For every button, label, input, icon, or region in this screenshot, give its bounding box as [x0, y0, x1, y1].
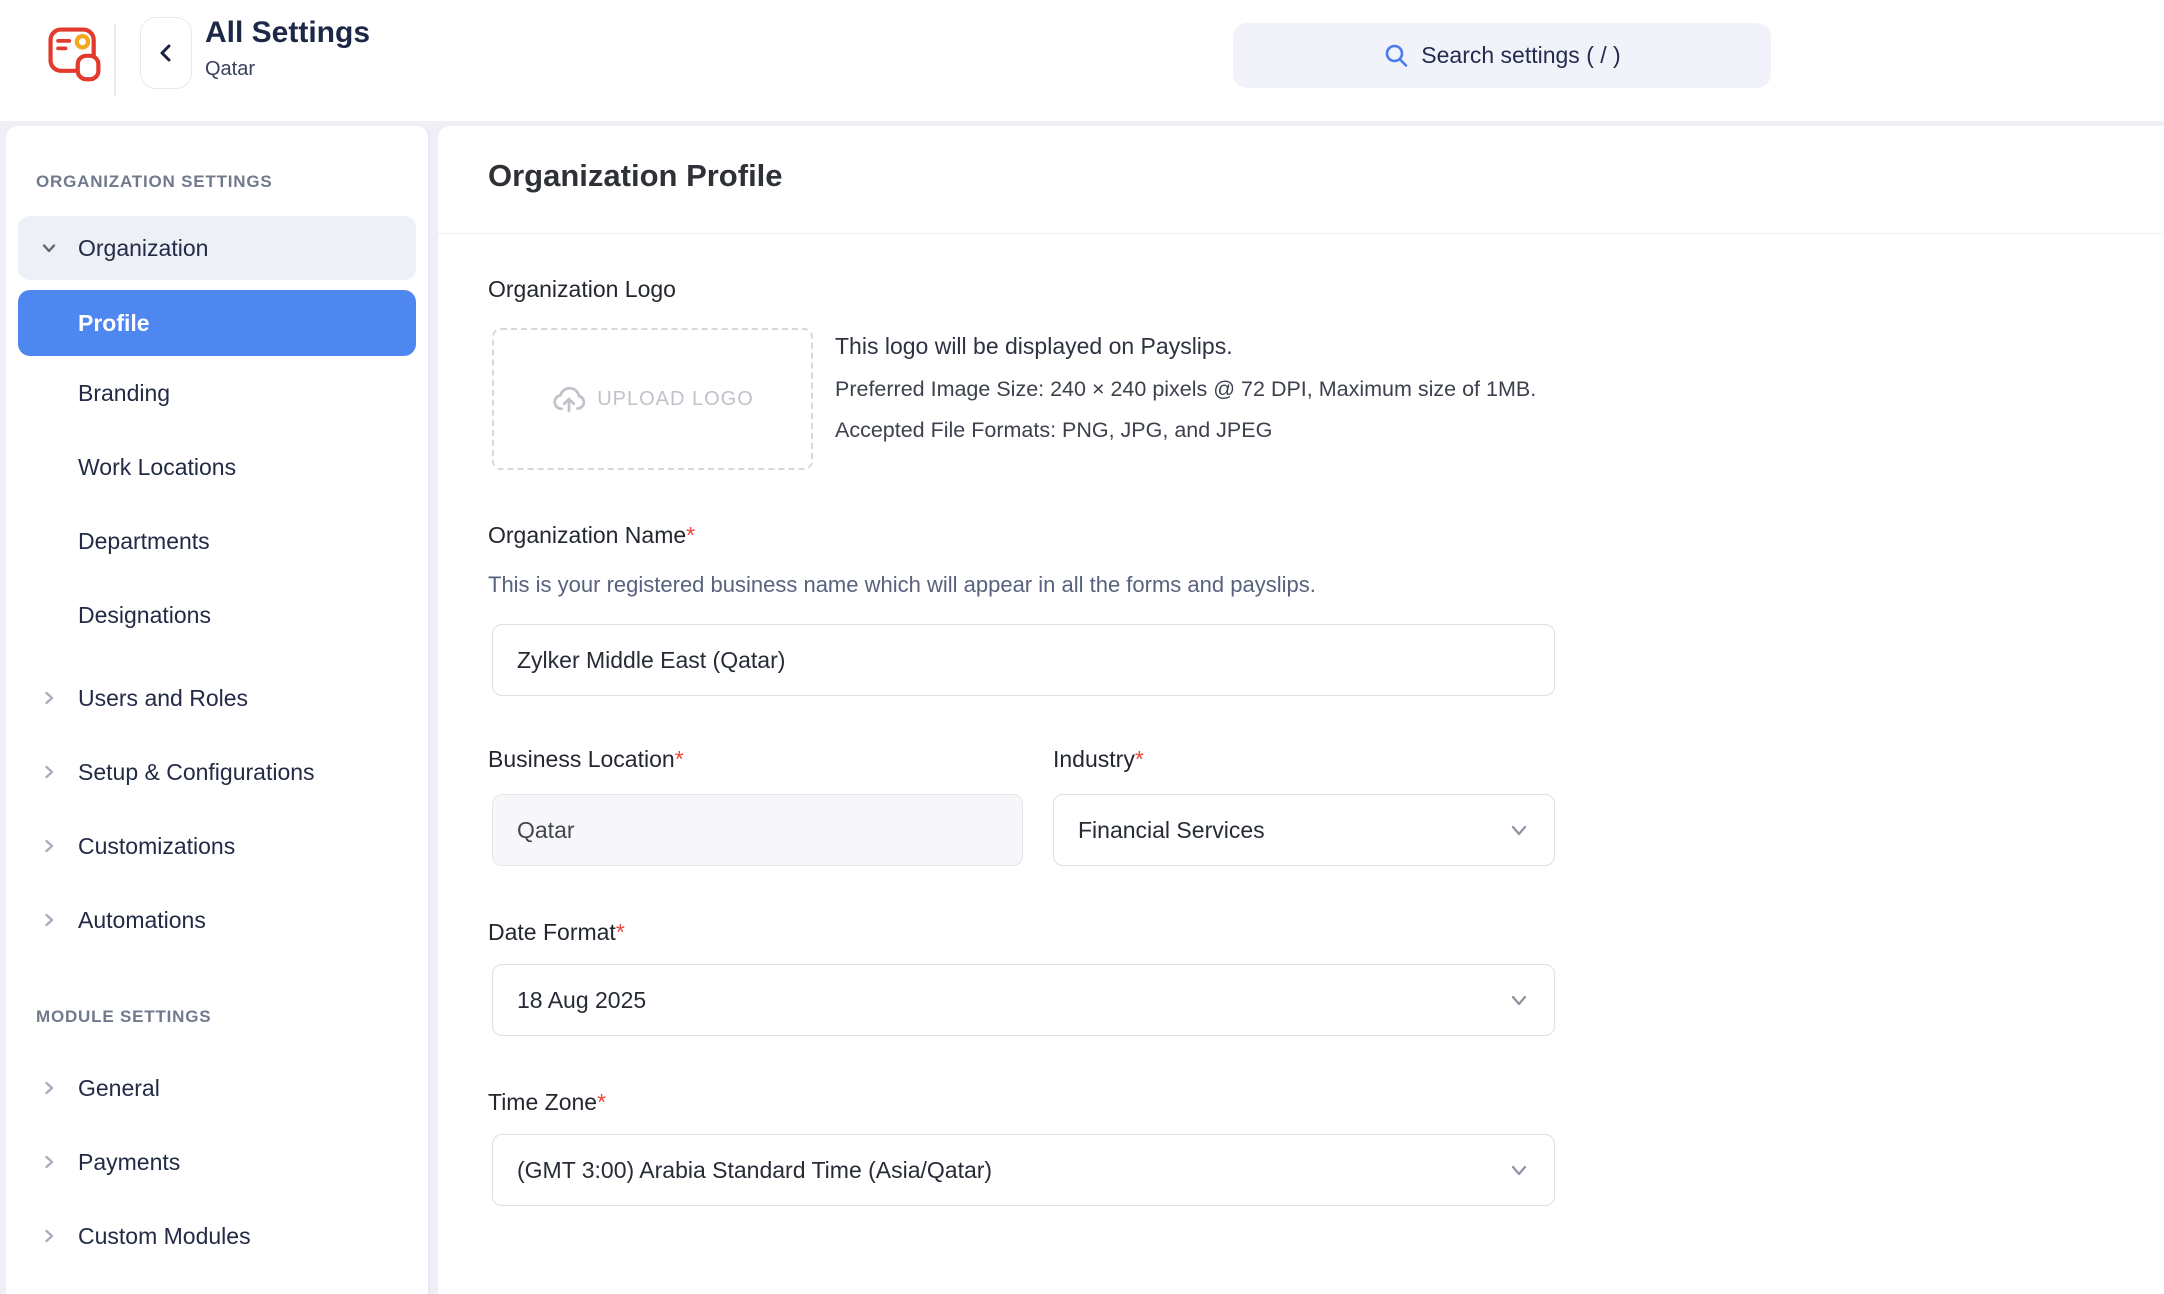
business-location-input: [492, 794, 1023, 866]
page-header-subtitle: Qatar: [205, 58, 255, 81]
search-icon: [1383, 42, 1410, 69]
chevron-right-icon: [32, 1226, 66, 1246]
sidebar-item-designations[interactable]: Designations: [18, 578, 416, 652]
required-asterisk: *: [616, 919, 625, 945]
sidebar-item-label: Customizations: [78, 833, 235, 860]
sidebar-item-branding[interactable]: Branding: [18, 356, 416, 430]
sidebar-item-label: Profile: [78, 310, 150, 337]
logo-description-line2: Preferred Image Size: 240 × 240 pixels @…: [835, 377, 1536, 402]
organization-name-helper-text: This is your registered business name wh…: [488, 572, 1316, 598]
chevron-down-icon: [32, 237, 66, 259]
sidebar-item-label: Branding: [78, 380, 170, 407]
chevron-left-icon: [153, 40, 179, 66]
sidebar-item-profile[interactable]: Profile: [18, 290, 416, 356]
organization-logo-label: Organization Logo: [488, 276, 676, 303]
sidebar-item-label: General: [78, 1075, 160, 1102]
sidebar-item-label: Payments: [78, 1149, 180, 1176]
date-format-selected-value: 18 Aug 2025: [517, 987, 646, 1014]
business-location-label: Business Location*: [488, 746, 684, 773]
back-button[interactable]: [140, 17, 192, 89]
sidebar-item-label: Work Locations: [78, 454, 236, 481]
time-zone-select[interactable]: (GMT 3:00) Arabia Standard Time (Asia/Qa…: [492, 1134, 1555, 1206]
upload-logo-text: UPLOAD LOGO: [597, 388, 754, 411]
required-asterisk: *: [1135, 746, 1144, 772]
chevron-right-icon: [32, 836, 66, 856]
sidebar-item-general[interactable]: General: [18, 1051, 416, 1125]
section-heading-module-settings: MODULE SETTINGS: [36, 1007, 428, 1027]
date-format-label: Date Format*: [488, 919, 625, 946]
page-title: Organization Profile: [488, 158, 783, 194]
title-divider: [438, 233, 2164, 234]
industry-selected-value: Financial Services: [1078, 817, 1265, 844]
required-asterisk: *: [686, 522, 695, 548]
time-zone-selected-value: (GMT 3:00) Arabia Standard Time (Asia/Qa…: [517, 1157, 992, 1184]
sidebar-item-payments[interactable]: Payments: [18, 1125, 416, 1199]
logo-description-line3: Accepted File Formats: PNG, JPG, and JPE…: [835, 418, 1536, 443]
logo-description-line1: This logo will be displayed on Payslips.: [835, 333, 1536, 360]
sidebar-item-label: Custom Modules: [78, 1223, 251, 1250]
sidebar-item-setup-configurations[interactable]: Setup & Configurations: [18, 735, 416, 809]
header-divider: [114, 24, 116, 96]
upload-logo-dropzone[interactable]: UPLOAD LOGO: [492, 328, 813, 470]
search-placeholder-text: Search settings ( / ): [1421, 42, 1620, 69]
section-heading-organization-settings: ORGANIZATION SETTINGS: [36, 172, 428, 192]
top-header: All Settings Qatar Search settings ( / ): [0, 0, 2164, 121]
chevron-right-icon: [32, 1152, 66, 1172]
sidebar-item-users-and-roles[interactable]: Users and Roles: [18, 661, 416, 735]
organization-name-label: Organization Name*: [488, 522, 695, 549]
page-header-title: All Settings: [205, 16, 370, 50]
sidebar-item-label: Departments: [78, 528, 210, 555]
search-settings-input[interactable]: Search settings ( / ): [1233, 23, 1771, 88]
chevron-right-icon: [32, 1078, 66, 1098]
sidebar-item-custom-modules[interactable]: Custom Modules: [18, 1199, 416, 1273]
industry-label: Industry*: [1053, 746, 1144, 773]
organization-name-input[interactable]: [492, 624, 1555, 696]
sidebar-item-work-locations[interactable]: Work Locations: [18, 430, 416, 504]
date-format-select[interactable]: 18 Aug 2025: [492, 964, 1555, 1036]
sidebar-item-label: Users and Roles: [78, 685, 248, 712]
sidebar-item-departments[interactable]: Departments: [18, 504, 416, 578]
payroll-app-logo-icon[interactable]: [44, 22, 104, 84]
industry-select[interactable]: Financial Services: [1053, 794, 1555, 866]
sidebar-item-customizations[interactable]: Customizations: [18, 809, 416, 883]
sidebar-item-organization[interactable]: Organization: [18, 216, 416, 280]
organization-profile-panel: Organization Profile Organization Logo U…: [438, 126, 2164, 1294]
sidebar-item-label: Automations: [78, 907, 206, 934]
chevron-down-icon: [1506, 817, 1532, 843]
cloud-upload-icon: [551, 381, 587, 417]
required-asterisk: *: [597, 1089, 606, 1115]
chevron-down-icon: [1506, 1157, 1532, 1183]
sidebar-item-label: Setup & Configurations: [78, 759, 315, 786]
sidebar-item-automations[interactable]: Automations: [18, 883, 416, 957]
logo-description: This logo will be displayed on Payslips.…: [835, 333, 1536, 443]
required-asterisk: *: [675, 746, 684, 772]
chevron-down-icon: [1506, 987, 1532, 1013]
chevron-right-icon: [32, 910, 66, 930]
chevron-right-icon: [32, 688, 66, 708]
sidebar-item-label: Designations: [78, 602, 211, 629]
chevron-right-icon: [32, 762, 66, 782]
time-zone-label: Time Zone*: [488, 1089, 606, 1116]
settings-sidebar: ORGANIZATION SETTINGS Organization Profi…: [6, 126, 430, 1294]
sidebar-item-label: Organization: [78, 235, 208, 262]
